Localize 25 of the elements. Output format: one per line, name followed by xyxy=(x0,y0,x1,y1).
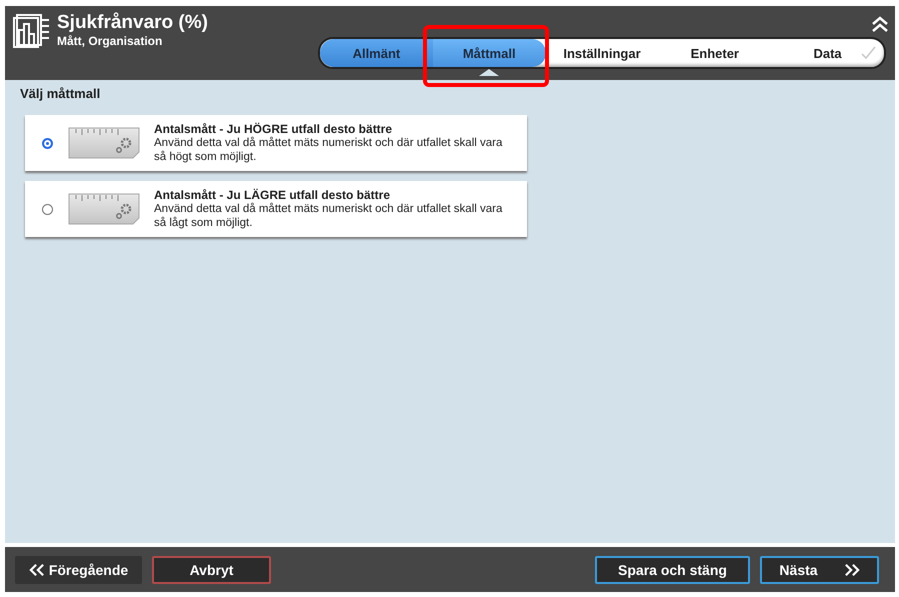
step-tab[interactable]: Inställningar xyxy=(546,39,658,67)
collapse-icon[interactable] xyxy=(871,16,889,32)
window-subtitle: Mått, Organisation xyxy=(57,34,164,48)
footer-button[interactable]: Avbryt xyxy=(152,556,271,584)
footer-button[interactable]: Nästa xyxy=(760,556,879,584)
double-chevron-right-icon xyxy=(844,562,860,576)
ruler-gear-icon xyxy=(68,127,140,159)
option-card[interactable]: Antalsmått - Ju HÖGRE utfall desto bättre Använd detta val då måttet mäts numeriskt och där utfallet skall vara så högt som möjligt. xyxy=(25,115,527,171)
double-chevron-left-icon xyxy=(28,562,45,576)
step-tab[interactable]: Data xyxy=(771,39,884,67)
option-title: Antalsmått - Ju HÖGRE utfall desto bättre xyxy=(154,122,394,136)
ruler-gear-icon xyxy=(68,193,140,225)
radio-button[interactable] xyxy=(42,138,53,148)
step-tab[interactable]: Allmänt xyxy=(320,39,433,67)
radio-button[interactable] xyxy=(42,204,53,214)
option-title: Antalsmått - Ju LÄGRE utfall desto bättre xyxy=(154,188,392,202)
option-description: Använd detta val då måttet mäts numeriskt och där utfallet skall vara så högt som möjligt. xyxy=(154,136,504,164)
window-title: Sjukfrånvaro (%) xyxy=(57,12,209,34)
option-card[interactable]: Antalsmått - Ju LÄGRE utfall desto bättre Använd detta val då måttet mäts numeriskt och där utfallet skall vara så lågt som möjligt. xyxy=(25,181,527,237)
section-title: Välj måttmall xyxy=(20,86,102,101)
footer-button[interactable]: Föregående xyxy=(15,556,142,584)
report-icon xyxy=(13,14,51,48)
step-tab[interactable]: Enheter xyxy=(658,39,772,67)
footer-button[interactable]: Spara och stäng xyxy=(595,556,750,584)
option-description: Använd detta val då måttet mäts numeriskt och där utfallet skall vara så lågt som möjligt. xyxy=(154,202,504,230)
